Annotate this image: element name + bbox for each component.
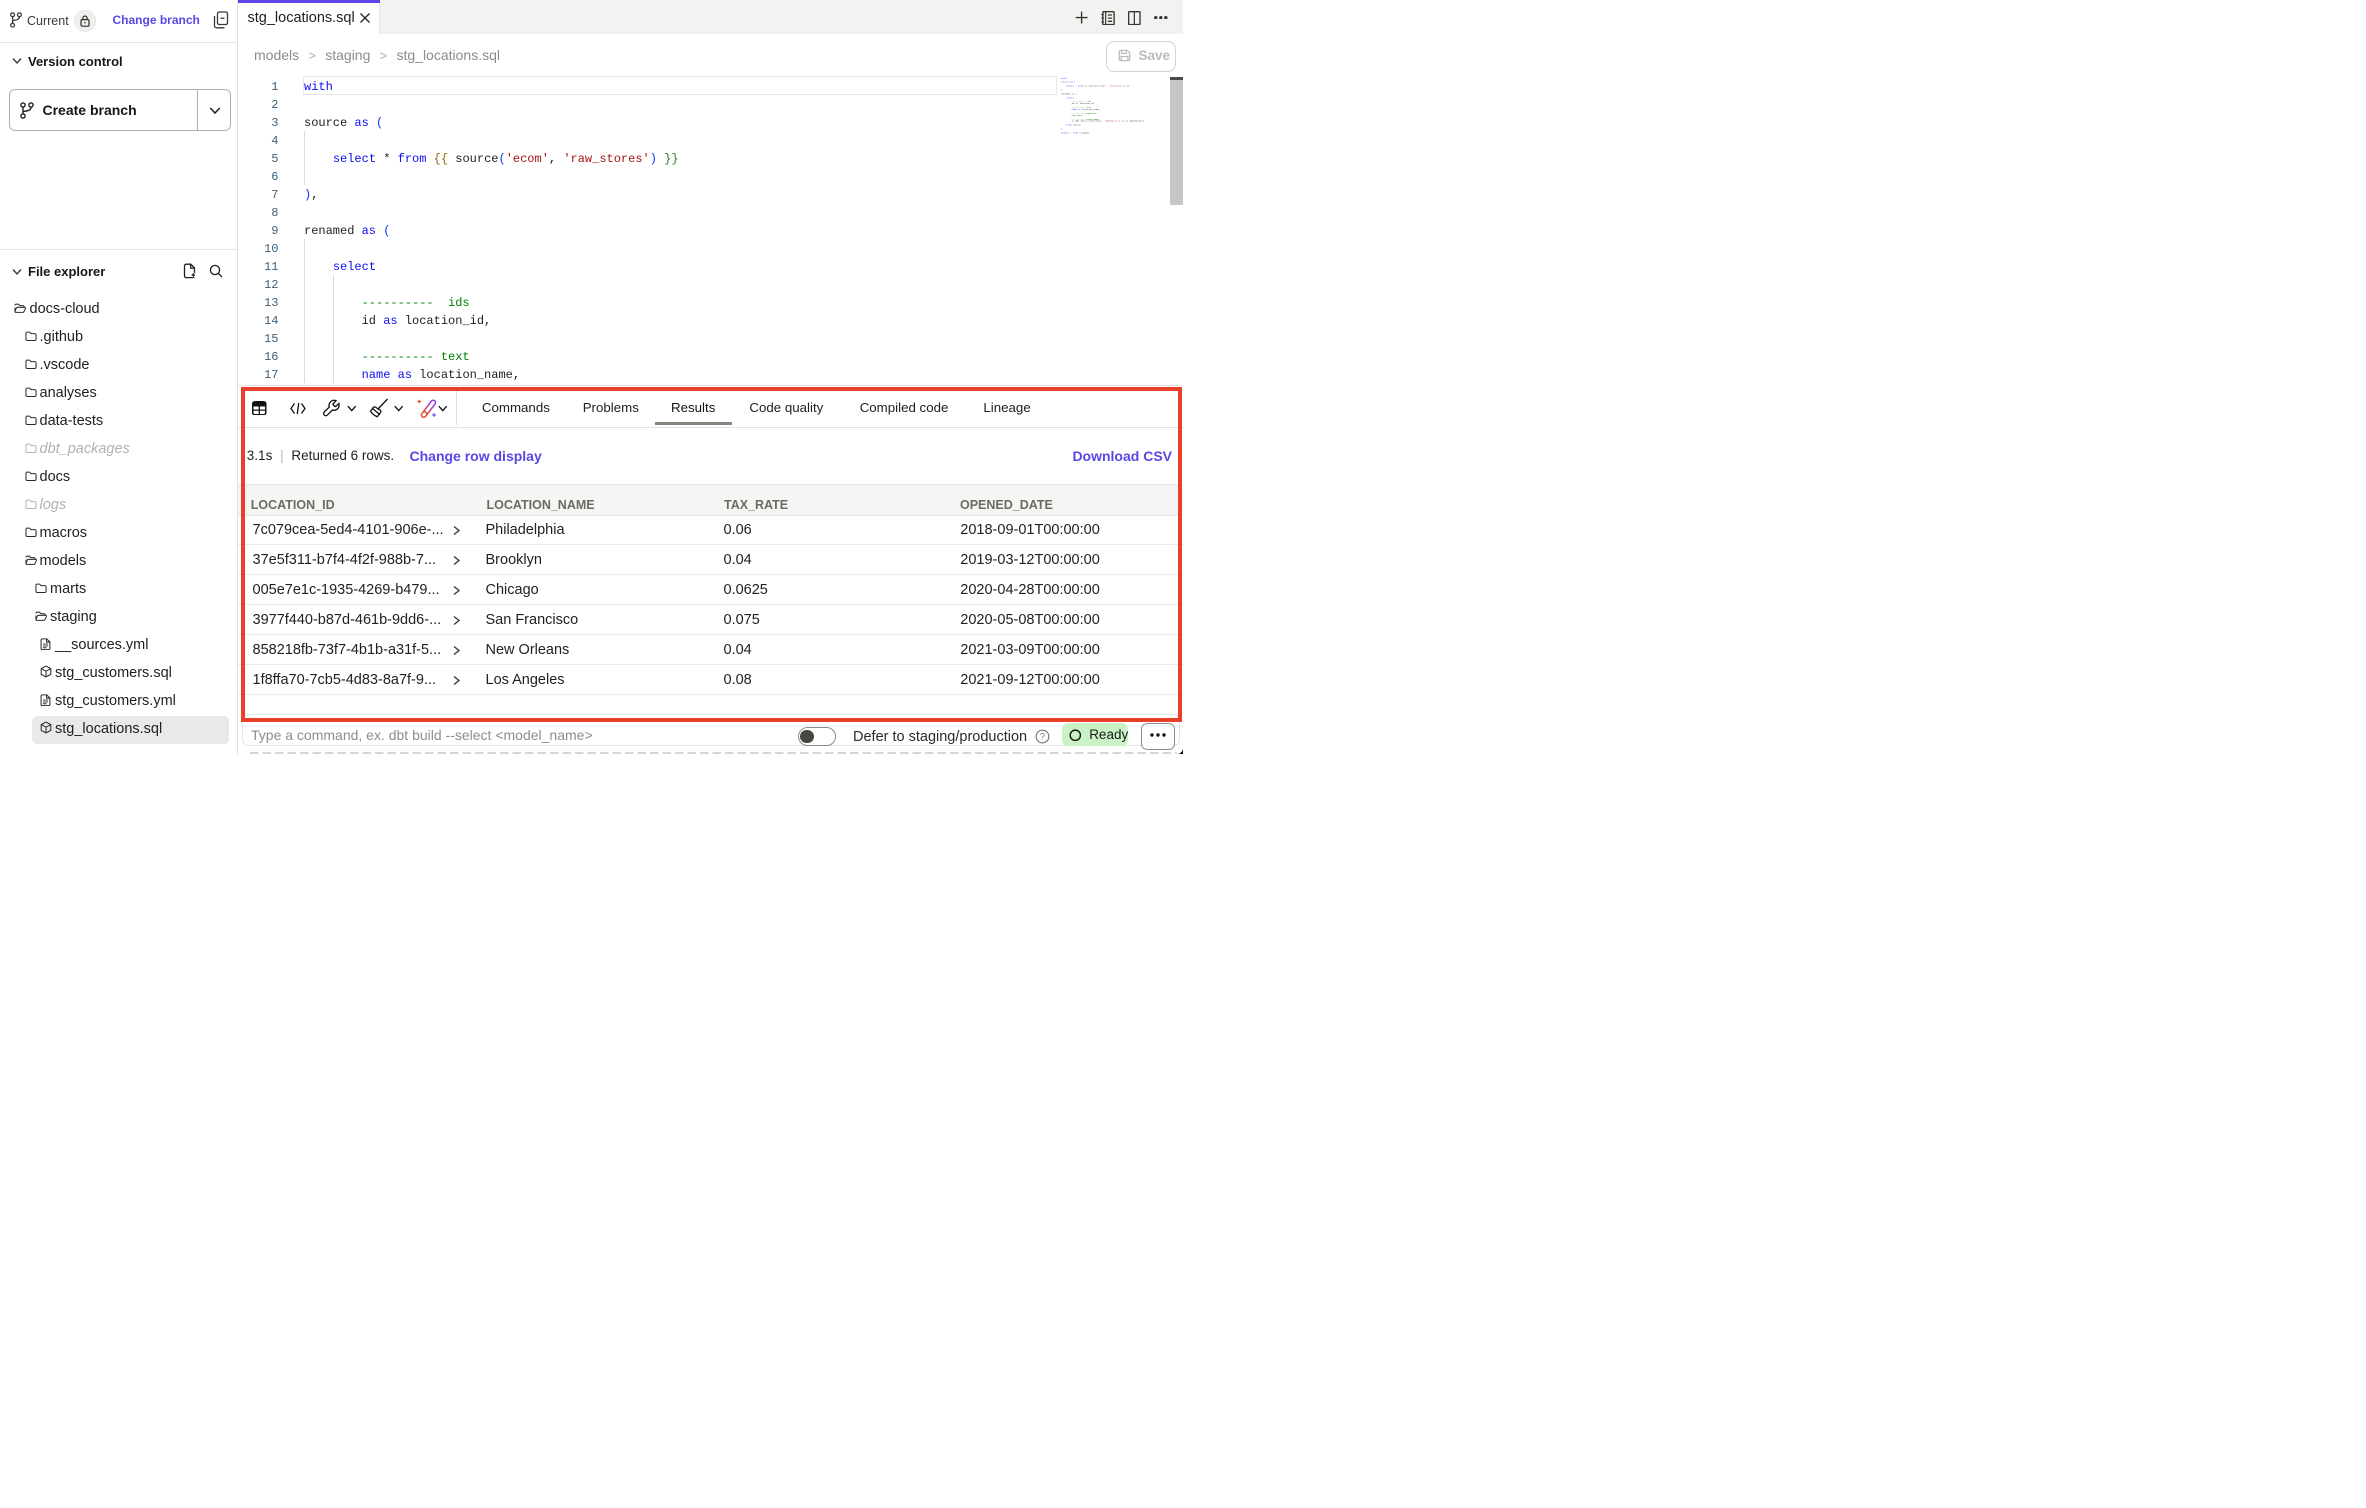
svg-text:),: ), xyxy=(1061,88,1064,91)
svg-text:id as location_id,: id as location_id, xyxy=(1061,102,1095,105)
svg-text:select: select xyxy=(1061,96,1075,99)
svg-text:select * from renamed: select * from renamed xyxy=(1061,131,1089,134)
svg-text:from source: from source xyxy=(1061,123,1081,126)
svg-text:): ) xyxy=(1061,127,1062,130)
svg-text:tax_rate,: tax_rate, xyxy=(1061,113,1083,116)
svg-text:name as location_name,: name as location_name, xyxy=(1061,108,1100,111)
svg-text:select * from {{ source('ecom': select * from {{ source('ecom', 'raw_sto… xyxy=(1061,84,1130,87)
svg-text:renamed as (: renamed as ( xyxy=(1061,92,1077,95)
svg-text:{{ dbt.date_trunc('day', 'open: {{ dbt.date_trunc('day', 'opened_at') }}… xyxy=(1061,119,1145,122)
svg-text:source as (: source as ( xyxy=(1061,80,1076,83)
svg-text:with: with xyxy=(1061,77,1067,80)
svg-text:?: ? xyxy=(1040,732,1045,742)
